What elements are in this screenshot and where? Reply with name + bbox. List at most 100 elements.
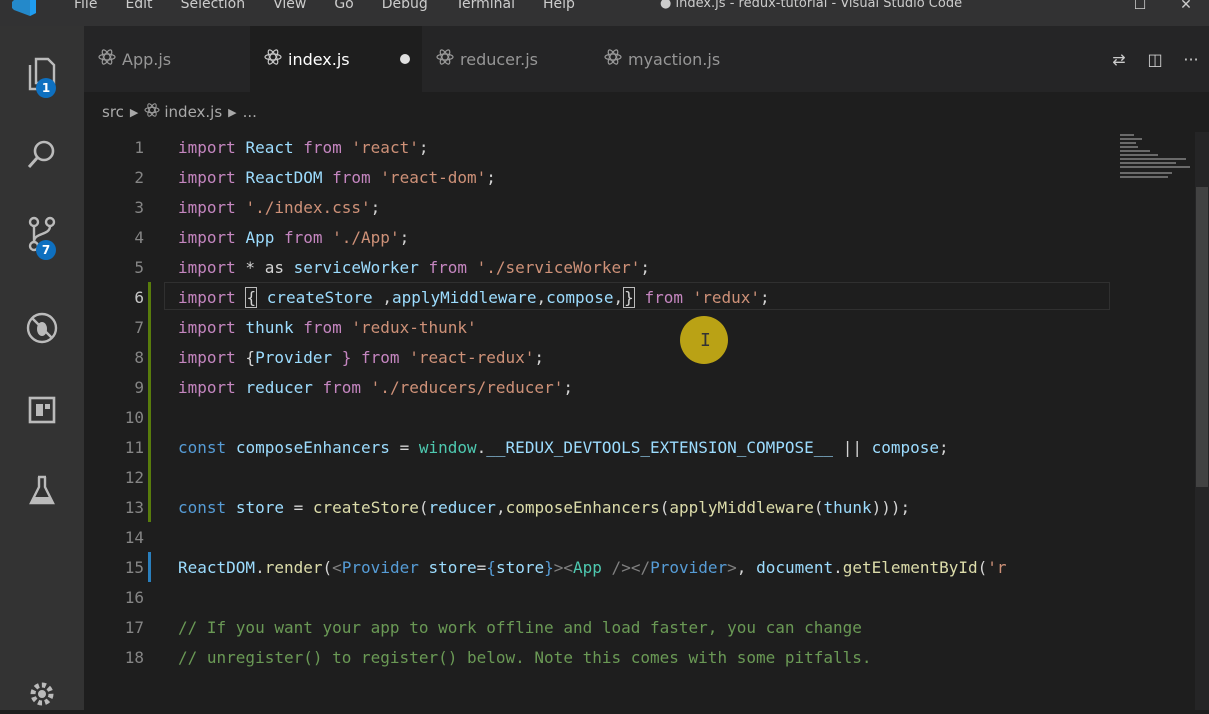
breadcrumb-folder[interactable]: src: [102, 103, 124, 121]
source-control-icon[interactable]: 7: [22, 214, 62, 260]
extensions-icon[interactable]: [22, 390, 62, 430]
explorer-icon[interactable]: 1: [22, 54, 62, 98]
test-flask-icon[interactable]: [22, 470, 62, 510]
line-number: 18: [124, 647, 144, 667]
code-comment: // unregister() to register() below. Not…: [178, 647, 872, 667]
tab-index-js[interactable]: index.js: [250, 26, 422, 92]
gutter-change-marker[interactable]: [148, 282, 151, 312]
react-file-icon: [144, 103, 160, 121]
tab-label: reducer.js: [460, 49, 538, 69]
explorer-badge: 1: [36, 78, 56, 98]
code-line: 11 const composeEnhancers = window.__RED…: [84, 432, 1110, 462]
minimap-line: [1120, 146, 1138, 148]
minimap-line: [1120, 150, 1150, 152]
line-number: 4: [134, 227, 144, 247]
line-number: 12: [124, 467, 144, 487]
vertical-scrollbar[interactable]: [1195, 132, 1209, 710]
gutter-modified-marker[interactable]: [148, 552, 151, 582]
menu-go[interactable]: Go: [320, 0, 367, 15]
gutter-change-marker[interactable]: [148, 462, 151, 492]
code-line: 16: [84, 582, 1110, 612]
gutter-change-marker[interactable]: [148, 402, 151, 432]
line-number: 5: [134, 257, 144, 277]
code-line: 2 import ReactDOM from 'react-dom';: [84, 162, 1110, 192]
code-line: 4 import App from './App';: [84, 222, 1110, 252]
line-number: 6: [134, 287, 144, 307]
gutter-change-marker[interactable]: [148, 432, 151, 462]
vscode-logo-icon: [12, 0, 36, 16]
menu-file[interactable]: File: [60, 0, 111, 15]
minimap-line: [1120, 172, 1172, 174]
gutter-change-marker[interactable]: [148, 492, 151, 522]
menu-terminal[interactable]: Terminal: [442, 0, 529, 15]
search-icon[interactable]: [22, 134, 62, 174]
line-number: 9: [134, 377, 144, 397]
code-line: 12: [84, 462, 1110, 492]
breadcrumb-symbol[interactable]: ...: [243, 103, 257, 121]
gutter-change-marker[interactable]: [148, 342, 151, 372]
code-text: import './index.css';: [178, 197, 381, 217]
menu-view[interactable]: View: [259, 0, 320, 15]
menu-edit[interactable]: Edit: [111, 0, 166, 15]
window-title: ● index.js - redux-tutorial - Visual Stu…: [660, 0, 963, 11]
tab-label: index.js: [288, 49, 350, 69]
gutter-change-marker[interactable]: [148, 372, 151, 402]
breadcrumb-file[interactable]: index.js: [164, 103, 222, 121]
gutter-change-marker[interactable]: [148, 312, 151, 342]
code-line: 13 const store = createStore(reducer,com…: [84, 492, 1110, 522]
tab-app-js[interactable]: App.js: [84, 26, 250, 92]
tab-label: App.js: [122, 49, 172, 69]
code-text: import {Provider } from 'react-redux';: [178, 347, 545, 367]
title-bar: File Edit Selection View Go Debug Termin…: [0, 0, 1209, 26]
code-comment: // If you want your app to work offline …: [178, 617, 862, 637]
unsaved-dot-icon[interactable]: [400, 54, 410, 64]
more-actions-icon[interactable]: ···: [1173, 50, 1209, 69]
react-file-icon: [264, 49, 282, 69]
code-line: 8 import {Provider } from 'react-redux';: [84, 342, 1110, 372]
minimap[interactable]: [1110, 132, 1195, 710]
code-text: import App from './App';: [178, 227, 410, 247]
menu-bar: File Edit Selection View Go Debug Termin…: [60, 0, 589, 15]
code-text: ReactDOM.render(<Provider store={store}>…: [178, 557, 1007, 577]
code-line: 14: [84, 522, 1110, 552]
code-editor[interactable]: 1 import React from 'react'; 2 import Re…: [84, 132, 1110, 710]
code-line: 9 import reducer from './reducers/reduce…: [84, 372, 1110, 402]
tab-reducer-js[interactable]: reducer.js: [422, 26, 590, 92]
debug-icon[interactable]: [22, 308, 62, 348]
tab-label: myaction.js: [628, 49, 721, 69]
minimap-line: [1120, 166, 1190, 168]
menu-help[interactable]: Help: [529, 0, 589, 15]
code-text: import ReactDOM from 'react-dom';: [178, 167, 496, 187]
scrollbar-thumb[interactable]: [1196, 187, 1208, 487]
settings-gear-icon[interactable]: [22, 674, 62, 714]
code-text: import thunk from 'redux-thunk': [178, 317, 477, 337]
minimap-line: [1120, 154, 1158, 156]
line-number: 11: [124, 437, 144, 457]
code-text: import * as serviceWorker from './servic…: [178, 257, 651, 277]
react-file-icon: [604, 49, 622, 69]
code-line: 18 // unregister() to register() below. …: [84, 642, 1110, 672]
close-button[interactable]: ✕: [1163, 0, 1209, 16]
line-number: 15: [124, 557, 144, 577]
line-number: 17: [124, 617, 144, 637]
code-line: 5 import * as serviceWorker from './serv…: [84, 252, 1110, 282]
maximize-button[interactable]: ☐: [1117, 0, 1163, 16]
code-text: import reducer from './reducers/reducer'…: [178, 377, 573, 397]
code-line: 1 import React from 'react';: [84, 132, 1110, 162]
minimap-line: [1120, 142, 1136, 144]
split-editor-icon[interactable]: ◫: [1137, 50, 1173, 69]
line-number: 14: [124, 527, 144, 547]
react-file-icon: [98, 49, 116, 69]
tab-myaction-js[interactable]: myaction.js: [590, 26, 760, 92]
line-number: 13: [124, 497, 144, 517]
compare-changes-icon[interactable]: ⇄: [1101, 50, 1137, 69]
menu-selection[interactable]: Selection: [167, 0, 260, 15]
line-number: 3: [134, 197, 144, 217]
text-cursor-icon: I: [700, 330, 711, 351]
minimap-line: [1120, 134, 1134, 136]
minimap-line: [1120, 162, 1176, 164]
menu-debug[interactable]: Debug: [368, 0, 442, 15]
line-number: 2: [134, 167, 144, 187]
code-line: 3 import './index.css';: [84, 192, 1110, 222]
chevron-right-icon: ▶: [129, 105, 139, 119]
